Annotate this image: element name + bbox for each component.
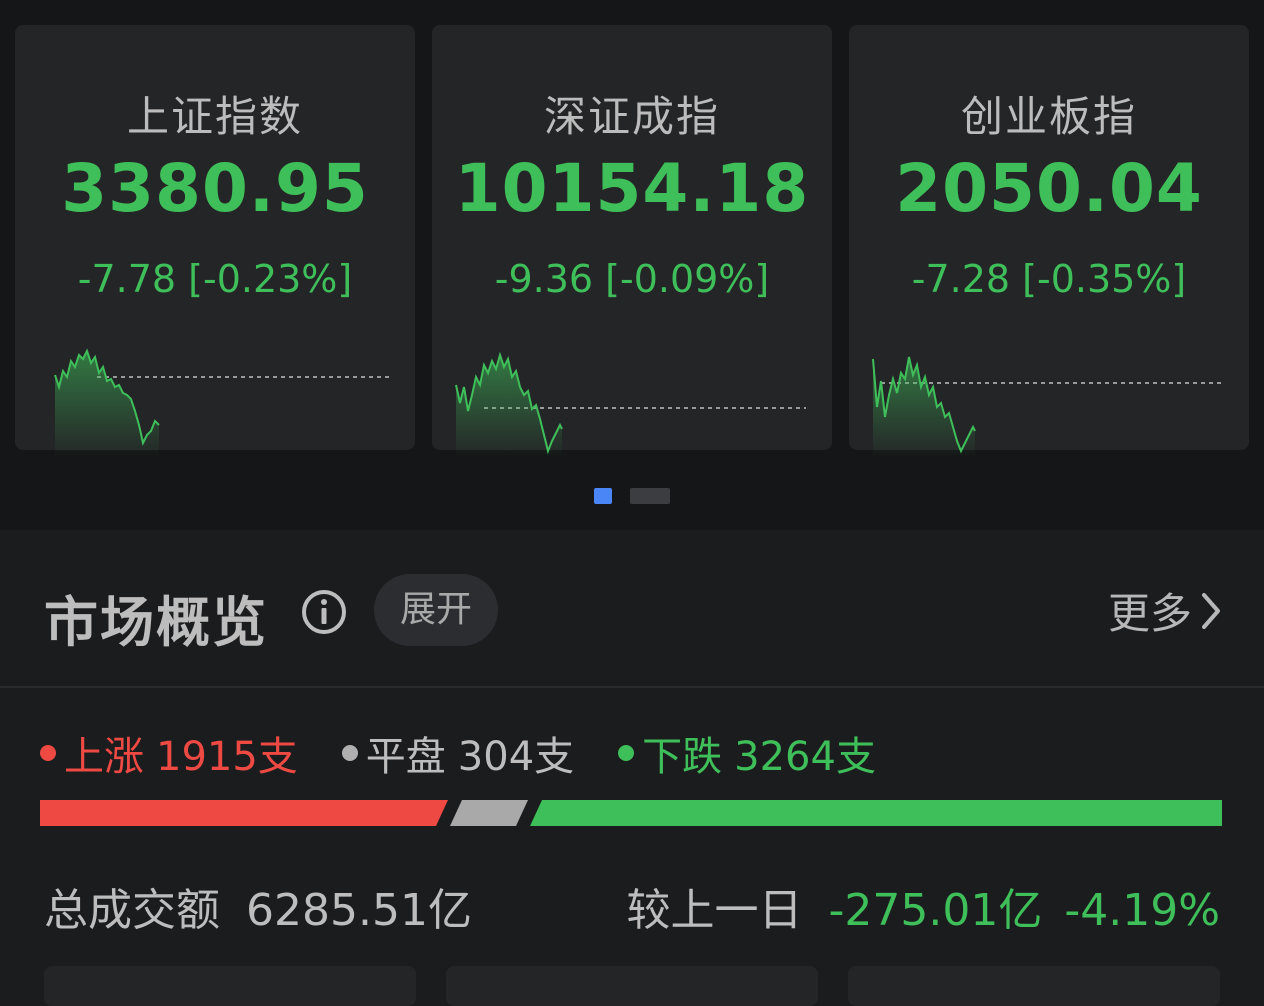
index-change: -7.78 [-0.23%] [77, 257, 353, 301]
index-card-chinext[interactable]: 创业板指 2050.04 -7.28 [-0.35%] [849, 25, 1249, 455]
pager-dot[interactable] [630, 488, 670, 504]
section-title: 市场概览 [44, 591, 268, 654]
stat-flat: 平盘 304支 [341, 724, 575, 782]
stat-up: 上涨 1915支 [40, 724, 298, 782]
index-value: 2050.04 [895, 150, 1203, 227]
turnover: 总成交额 6285.51亿 [44, 874, 472, 938]
pager-dot-active[interactable] [594, 488, 612, 504]
advance-decline-stats: 上涨 1915支 平盘 304支 下跌 3264支 [40, 728, 920, 780]
index-value: 3380.95 [61, 150, 369, 227]
index-change: -9.36 [-0.09%] [494, 257, 770, 301]
stat-down-label: 下跌 [642, 734, 723, 780]
section-divider [0, 686, 1264, 688]
stat-up-label: 上涨 [64, 734, 144, 780]
turnover-label: 总成交额 [44, 885, 220, 936]
stat-down: 下跌 3264支 [618, 724, 876, 782]
sparkline-chart [455, 351, 806, 455]
compare-percent: -4.19% [1064, 885, 1220, 936]
index-name: 创业板指 [960, 92, 1137, 141]
bottom-card[interactable] [44, 966, 416, 1006]
flat-dot-icon [341, 745, 358, 761]
carousel-pager [0, 488, 1264, 504]
sparkline-chart [872, 356, 1223, 455]
index-name: 上证指数 [126, 92, 303, 141]
index-change: -7.28 [-0.35%] [911, 257, 1187, 301]
compare-label: 较上一日 [626, 885, 803, 936]
bottom-card[interactable] [848, 966, 1220, 1006]
advance-decline-bar [40, 800, 1222, 826]
index-card-shanghai[interactable]: 上证指数 3380.95 -7.78 [-0.23%] [15, 25, 415, 455]
stat-up-count: 1915支 [156, 734, 298, 780]
stat-down-count: 3264支 [734, 734, 876, 780]
bar-segment-up [40, 800, 448, 826]
sparkline-chart [54, 348, 389, 455]
bar-segment-flat [450, 800, 528, 826]
expand-button[interactable]: 展开 [374, 574, 498, 646]
down-dot-icon [618, 745, 635, 761]
index-value: 10154.18 [454, 150, 810, 227]
more-link[interactable]: 更多 [1108, 580, 1224, 641]
stat-flat-count: 304支 [457, 734, 575, 780]
turnover-value: 6285.51亿 [246, 885, 472, 936]
chevron-right-icon [1202, 592, 1220, 629]
stat-flat-label: 平盘 [365, 734, 446, 780]
index-card-shenzhen[interactable]: 深证成指 10154.18 -9.36 [-0.09%] [432, 25, 832, 455]
bottom-card[interactable] [446, 966, 818, 1006]
compare-value: -275.01亿 [828, 885, 1043, 936]
bar-segment-down [530, 800, 1222, 826]
index-name: 深证成指 [543, 92, 720, 141]
info-icon[interactable] [300, 588, 348, 636]
up-dot-icon [40, 745, 56, 761]
turnover-compare: 较上一日 -275.01亿 -4.19% [627, 874, 1221, 938]
more-label: 更多 [1107, 589, 1192, 638]
